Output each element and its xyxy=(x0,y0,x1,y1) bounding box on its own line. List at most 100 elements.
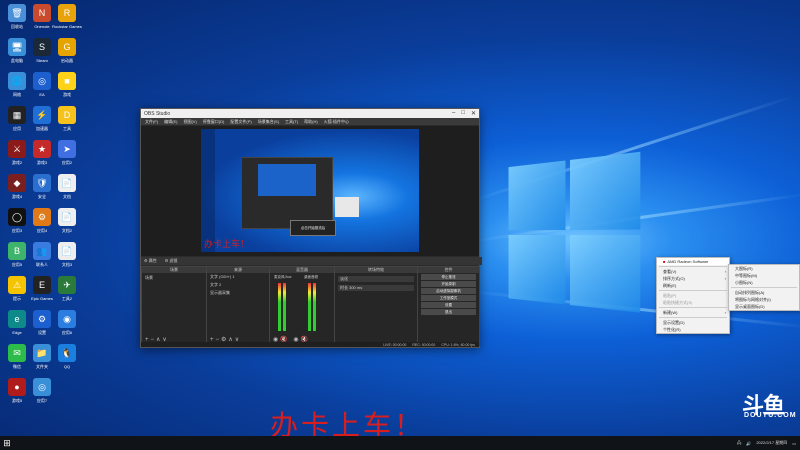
submenu-item[interactable]: 自动排列图标(A) xyxy=(729,289,799,296)
submenu-item[interactable]: 大图标(R) xyxy=(729,265,799,272)
chevron-right-icon: › xyxy=(724,310,726,315)
mixer-channel: 桌面音频 xyxy=(304,275,318,279)
desktop-icon-label: 应用5 xyxy=(11,262,23,267)
submenu-item[interactable]: 中等图标(M) xyxy=(729,272,799,279)
desktop-icon-rockstar[interactable]: R Rockstar Games xyxy=(50,4,84,29)
windows-logo xyxy=(508,151,646,319)
desktop-icon-label: 应用3 xyxy=(11,228,23,233)
obs-menu-item[interactable]: 火狐·插件中心 xyxy=(324,119,349,125)
app-blue3-icon: ◎ xyxy=(33,378,51,396)
chevron-right-icon: › xyxy=(724,269,726,274)
desktop-icon-doc2[interactable]: 📄 文档2 xyxy=(50,208,84,234)
obs-menu-item[interactable]: 配置文件(P) xyxy=(230,119,251,125)
transition-duration[interactable]: 时长 300 ms xyxy=(338,285,414,291)
tool-app-icon: ✈ xyxy=(58,276,76,294)
transition-select[interactable]: 淡化 xyxy=(338,276,414,282)
desktop-icon-doc[interactable]: 📄 文档 xyxy=(50,174,84,200)
control-button[interactable]: 设置 xyxy=(421,302,476,308)
obs-preview[interactable]: 点击开始推流后 办卡上车！ xyxy=(141,126,479,256)
obs-menu-item[interactable]: 视图(V) xyxy=(183,119,196,125)
network-icon[interactable]: 🖧 xyxy=(737,440,741,447)
taskbar-date[interactable]: 2022/2/17 星期四 xyxy=(756,440,787,446)
control-button[interactable]: 工作室模式 xyxy=(421,295,476,301)
obs-titlebar[interactable]: OBS Studio – □ ✕ xyxy=(141,109,479,118)
obs-menu-item[interactable]: 编辑(E) xyxy=(164,119,177,125)
desktop-icon-label: QQ xyxy=(63,364,71,369)
desktop-icon-label: 游戏4 xyxy=(11,194,23,199)
submenu-item[interactable]: 显示桌面图标(D) xyxy=(729,303,799,310)
context-menu-header[interactable]: ■ AMD Radeon Software xyxy=(657,258,729,265)
close-icon[interactable]: ✕ xyxy=(471,110,476,117)
submenu-item[interactable]: 将图标与网格对齐(I) xyxy=(729,296,799,303)
desktop-icon-label: 此电脑 xyxy=(11,58,23,63)
edge-icon: e xyxy=(8,310,26,328)
desktop-icon-game-launcher[interactable]: G 启动器 xyxy=(50,38,84,64)
obs-title: OBS Studio xyxy=(144,110,171,117)
desktop-icon-label: 文档2 xyxy=(61,228,73,233)
start-button[interactable]: ⊞ xyxy=(0,436,14,450)
game-circle-icon: ● xyxy=(8,378,26,396)
desktop-icon-app-blue2[interactable]: ◉ 应用6 xyxy=(50,310,84,336)
context-menu-item[interactable]: 粘贴快捷方式(S) xyxy=(657,299,729,306)
desktop-icon-doc3[interactable]: 📄 文档3 xyxy=(50,242,84,268)
doc-icon: 📄 xyxy=(58,174,76,192)
obs-menu-item[interactable]: 文件(F) xyxy=(145,119,158,125)
context-menu-item[interactable]: 查看(V) › xyxy=(657,268,729,275)
desktop-icon-qq[interactable]: 🐧 QQ xyxy=(50,344,84,369)
view-submenu: 大图标(R) 中等图标(M) 小图标(N) 自动排列图标(A) 将图标与网格对齐(I) 显… xyxy=(728,264,800,311)
minimize-icon[interactable]: – xyxy=(452,110,455,117)
mixer-title: 混音器 xyxy=(270,267,334,273)
source-item[interactable]: 文字 (GDI+) 1 xyxy=(207,273,269,281)
ea-icon: ◎ xyxy=(33,72,51,90)
context-menu-item[interactable]: 刷新(E) xyxy=(657,282,729,289)
doc2-icon: 📄 xyxy=(58,208,76,226)
source-item[interactable]: 显示器采集 xyxy=(207,289,269,297)
preview-canvas[interactable]: 点击开始推流后 办卡上车！ xyxy=(201,129,419,252)
volume-icon[interactable]: 🔊 xyxy=(746,441,751,446)
control-button[interactable]: 停止推流 xyxy=(421,274,476,280)
desktop-icon-app-yellow[interactable]: ■ 游戏 xyxy=(50,72,84,98)
context-menu-item[interactable]: 显示设置(D) xyxy=(657,319,729,326)
yellow-warn-icon: ⚠ xyxy=(8,276,26,294)
desktop-icon-label: 网络 xyxy=(13,92,21,97)
notification-icon[interactable]: ▭ xyxy=(792,441,796,446)
obs-menu-item[interactable]: 场景集合(S) xyxy=(258,119,279,125)
desktop-icon-label: 应用6 xyxy=(61,330,73,335)
context-menu-item[interactable]: 个性化(R) xyxy=(657,326,729,333)
game-launcher-icon: G xyxy=(58,38,76,56)
context-menu-item[interactable]: 粘贴(P) xyxy=(657,292,729,299)
scene-item[interactable]: 场景 xyxy=(142,273,206,283)
app-yellow2-icon: D xyxy=(58,106,76,124)
live-status: LIVE: 00:00:00 xyxy=(383,342,407,347)
control-button[interactable]: 退出 xyxy=(421,309,476,315)
desktop-icon-label: 回收站 xyxy=(11,24,23,29)
game-red-icon: ⚔ xyxy=(8,140,26,158)
context-menu-item[interactable]: 新建(W) › xyxy=(657,309,729,316)
onenote-icon: N xyxy=(33,4,51,22)
obs-menu-item[interactable]: 帮助(H) xyxy=(304,119,318,125)
people-app-icon: 👥 xyxy=(33,242,51,260)
toolbar-button[interactable]: ⚙ 滤镜 xyxy=(165,258,178,264)
controls-dock: 控件 停止推流 开始录制 启动虚拟摄像机 工作室模式 设置 退出 xyxy=(417,266,480,346)
control-button[interactable]: 开始录制 xyxy=(421,281,476,287)
desktop-icon-label: 加速器 xyxy=(36,126,48,131)
desktop-icon-tool-app[interactable]: ✈ 工具2 xyxy=(50,276,84,302)
obs-menu-item[interactable]: 停靠窗口(D) xyxy=(203,119,225,125)
desktop-icon-app-blue3[interactable]: ◎ 应用7 xyxy=(25,378,59,404)
source-item[interactable]: 文字 2 xyxy=(207,281,269,289)
desktop-icon-label: 应用4 xyxy=(36,228,48,233)
desktop-icon-label: 工具 xyxy=(63,126,71,131)
toolbar-button[interactable]: ⚙ 属性 xyxy=(144,258,157,264)
nested-obs-preview: 点击开始推流后 xyxy=(241,157,336,236)
maximize-icon[interactable]: □ xyxy=(461,110,465,117)
obs-menu-item[interactable]: 工具(T) xyxy=(285,119,298,125)
desktop-icon-app-arrow[interactable]: ➤ 应用2 xyxy=(50,140,84,166)
submenu-item[interactable]: 小图标(N) xyxy=(729,279,799,286)
control-button[interactable]: 启动虚拟摄像机 xyxy=(421,288,476,294)
desktop-icon-label: 应用2 xyxy=(61,160,73,165)
obs-window[interactable]: OBS Studio – □ ✕ 文件(F) 编辑(E) 视图(V) 停靠窗口(D) 配置文… xyxy=(140,108,482,348)
desktop-icon-label: 游戏2 xyxy=(11,160,23,165)
desktop-icon-app-yellow2[interactable]: D 工具 xyxy=(50,106,84,132)
desktop-icon-label: Rockstar Games xyxy=(52,24,82,29)
context-menu-item[interactable]: 排序方式(O) › xyxy=(657,275,729,282)
